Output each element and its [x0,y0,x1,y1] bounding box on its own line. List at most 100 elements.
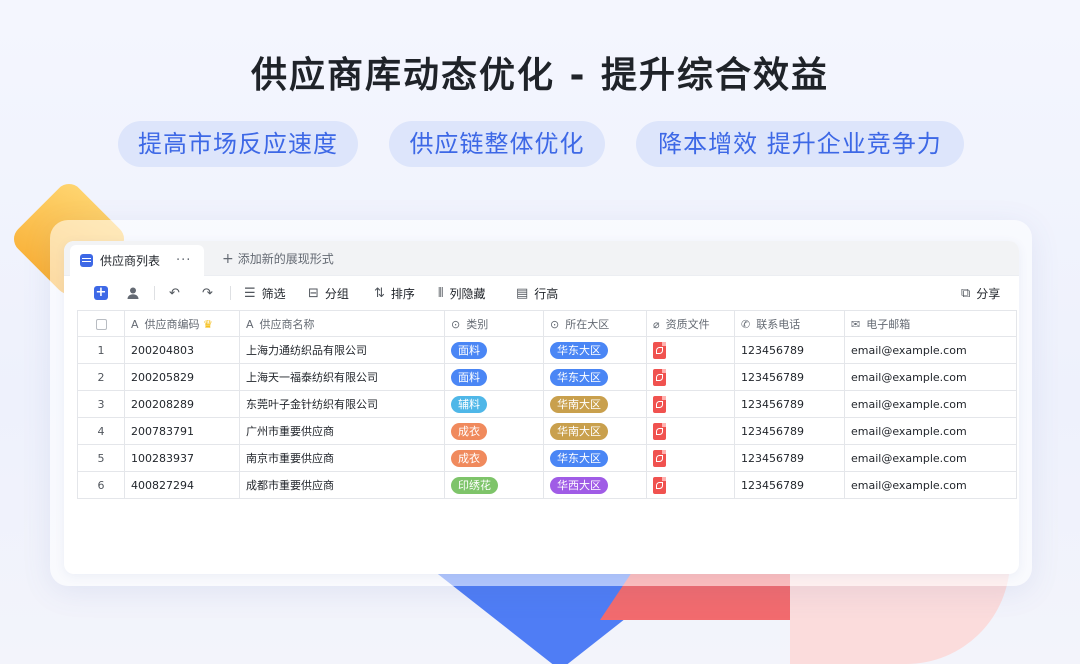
category-cell[interactable]: 成衣 [444,444,544,472]
email-cell[interactable]: email@example.com [844,417,1017,445]
add-record-button[interactable]: + [94,276,108,310]
pdf-file-icon[interactable] [653,449,666,467]
pdf-file-icon[interactable] [653,395,666,413]
table-row[interactable]: 6 400827294 成都市重要供应商 印绣花 华西大区 123456789 email@… [77,471,1017,499]
table-row[interactable]: 1 200204803 上海力通纺织品有限公司 面料 华东大区 123456789 emai… [77,336,1017,364]
group-label: 分组 [324,286,349,301]
view-tab-bar: 供应商列表 ··· + 添加新的展现形式 [64,241,1019,276]
category-cell[interactable]: 面料 [444,363,544,391]
attachment-cell[interactable] [646,471,735,499]
phone-cell[interactable]: 123456789 [734,336,845,364]
row-index: 1 [77,336,125,364]
supplier-name[interactable]: 上海天一福泰纺织有限公司 [239,363,445,391]
region-cell[interactable]: 华东大区 [543,444,647,472]
supplier-code[interactable]: 100283937 [124,444,240,472]
category-tag: 成衣 [451,449,487,467]
table-row[interactable]: 5 100283937 南京市重要供应商 成衣 华东大区 123456789 email@e… [77,444,1017,472]
phone-cell[interactable]: 123456789 [734,471,845,499]
page-title: 供应商库动态优化 - 提升综合效益 [250,55,829,96]
category-cell[interactable]: 辅料 [444,390,544,418]
phone-cell[interactable]: 123456789 [734,444,845,472]
table-row[interactable]: 4 200783791 广州市重要供应商 成衣 华南大区 123456789 email@e… [77,417,1017,445]
share-button[interactable]: ⧉ 分享 [961,276,1000,310]
region-cell[interactable]: 华西大区 [543,471,647,499]
region-tag: 华东大区 [550,449,608,467]
supplier-code[interactable]: 200205829 [124,363,240,391]
region-tag: 华南大区 [550,422,608,440]
email-icon: ✉ [851,317,861,331]
hide-columns-button[interactable]: ⫴ 列隐藏 [438,276,485,310]
more-options-icon[interactable]: ··· [176,253,191,268]
column-header-label: 联系电话 [756,317,801,331]
table-row[interactable]: 2 200205829 上海天一福泰纺织有限公司 面料 华东大区 123456789 ema… [77,363,1017,391]
add-view-label: 添加新的展现形式 [237,252,334,266]
attachment-cell[interactable] [646,390,735,418]
pdf-file-icon[interactable] [653,476,666,494]
phone-cell[interactable]: 123456789 [734,417,845,445]
region-cell[interactable]: 华东大区 [543,336,647,364]
collaborator-button[interactable] [126,276,140,310]
attachment-cell[interactable] [646,417,735,445]
add-view-button[interactable]: + 添加新的展现形式 [222,250,334,267]
supplier-name[interactable]: 成都市重要供应商 [239,471,445,499]
filter-button[interactable]: ☰ 筛选 [244,276,286,310]
category-cell[interactable]: 成衣 [444,417,544,445]
row-index: 2 [77,363,125,391]
region-cell[interactable]: 华南大区 [543,417,647,445]
phone-cell[interactable]: 123456789 [734,390,845,418]
key-field-icon: ♛ [203,317,213,331]
supplier-name[interactable]: 上海力通纺织品有限公司 [239,336,445,364]
column-header-label: 电子邮箱 [866,317,911,331]
row-index: 4 [77,417,125,445]
supplier-code[interactable]: 400827294 [124,471,240,499]
supplier-name[interactable]: 南京市重要供应商 [239,444,445,472]
text-field-icon: A [246,317,254,331]
feature-pills: 提高市场反应速度 供应链整体优化 降本增效 提升企业竞争力 [0,121,1080,167]
category-cell[interactable]: 面料 [444,336,544,364]
columns-icon: ⫴ [438,285,444,301]
column-header-region[interactable]: ⊙ 所在大区 [543,310,647,337]
attachment-cell[interactable] [646,336,735,364]
table-row[interactable]: 3 200208289 东莞叶子金针纺织有限公司 辅料 华南大区 123456789 ema… [77,390,1017,418]
column-header-category[interactable]: ⊙ 类别 [444,310,544,337]
column-header-code[interactable]: A 供应商编码 ♛ [124,310,240,337]
attachment-icon: ⌀ [653,317,660,331]
region-cell[interactable]: 华东大区 [543,363,647,391]
undo-button[interactable]: ↶ [169,276,186,310]
pdf-file-icon[interactable] [653,368,666,386]
supplier-code[interactable]: 200783791 [124,417,240,445]
select-all-cell[interactable] [77,310,125,337]
grid-view-icon [80,254,93,267]
attachment-cell[interactable] [646,444,735,472]
column-header-label: 资质文件 [665,317,710,331]
redo-icon: ↷ [202,285,213,301]
attachment-cell[interactable] [646,363,735,391]
category-tag: 印绣花 [451,476,498,494]
column-header-phone[interactable]: ✆ 联系电话 [734,310,845,337]
supplier-code[interactable]: 200204803 [124,336,240,364]
supplier-code[interactable]: 200208289 [124,390,240,418]
email-cell[interactable]: email@example.com [844,471,1017,499]
email-cell[interactable]: email@example.com [844,336,1017,364]
pdf-file-icon[interactable] [653,422,666,440]
select-all-checkbox[interactable] [95,318,107,330]
supplier-name[interactable]: 广州市重要供应商 [239,417,445,445]
column-header-name[interactable]: A 供应商名称 [239,310,445,337]
region-cell[interactable]: 华南大区 [543,390,647,418]
tab-supplier-list[interactable]: 供应商列表 ··· [70,245,204,276]
row-height-button[interactable]: ▤ 行高 [516,276,558,310]
pdf-file-icon[interactable] [653,341,666,359]
category-cell[interactable]: 印绣花 [444,471,544,499]
email-cell[interactable]: email@example.com [844,444,1017,472]
email-cell[interactable]: email@example.com [844,390,1017,418]
phone-cell[interactable]: 123456789 [734,363,845,391]
column-header-attachment[interactable]: ⌀ 资质文件 [646,310,735,337]
row-index: 5 [77,444,125,472]
supplier-name[interactable]: 东莞叶子金针纺织有限公司 [239,390,445,418]
sort-button[interactable]: ⇅ 排序 [374,276,415,310]
column-header-email[interactable]: ✉ 电子邮箱 [844,310,1017,337]
email-cell[interactable]: email@example.com [844,363,1017,391]
column-header-label: 类别 [466,317,489,331]
redo-button[interactable]: ↷ [202,276,219,310]
group-button[interactable]: ⊟ 分组 [308,276,349,310]
